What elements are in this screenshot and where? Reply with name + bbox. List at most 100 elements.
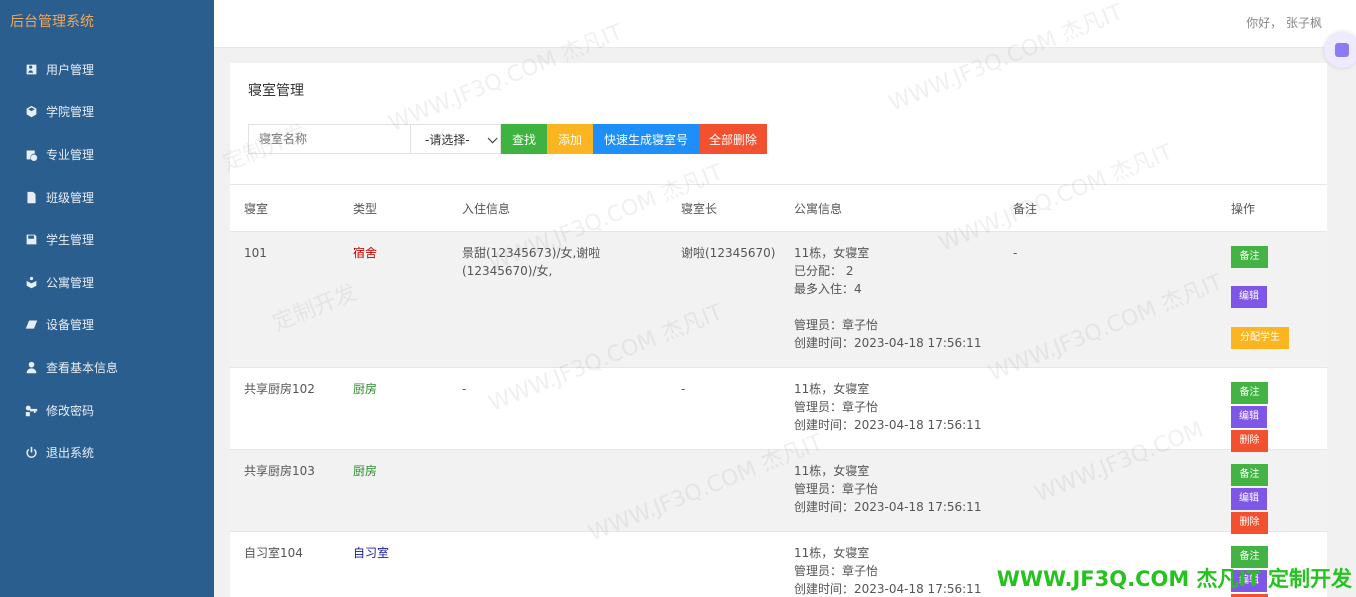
save-icon xyxy=(24,233,38,247)
assign-students-button[interactable]: 分配学生 xyxy=(1231,326,1289,349)
column-header: 公寓信息 xyxy=(794,201,843,216)
type-cell: 自习室 xyxy=(353,546,390,560)
sidebar-item-label: 公寓管理 xyxy=(46,275,95,290)
quick-generate-room-button[interactable]: 快速生成寝室号 xyxy=(593,124,699,154)
remark-cell: - xyxy=(1013,246,1018,260)
table-row: 共享厨房102 厨房 - - 11栋，女寝室 管理员：章子怡 创建时间：2023… xyxy=(230,368,1327,452)
delete-all-button[interactable]: 全部删除 xyxy=(699,124,767,154)
manager-text: 管理员：章子怡 xyxy=(794,400,879,414)
top-bar: 你好， 张子枫 xyxy=(214,0,1356,48)
type-cell: 宿舍 xyxy=(353,246,378,260)
operations-cell: 备注 编辑 删除 xyxy=(1217,368,1307,452)
cube-icon xyxy=(24,105,38,119)
floating-menu-button[interactable] xyxy=(1324,32,1356,68)
residents-cell: - xyxy=(462,382,467,396)
column-header: 备注 xyxy=(1013,201,1038,216)
page-title: 寝室管理 xyxy=(248,83,304,99)
remark-cell xyxy=(999,368,1217,449)
residents-cell xyxy=(448,532,667,597)
column-header: 寝室 xyxy=(244,201,269,216)
leader-cell: - xyxy=(681,382,686,396)
residents-cell xyxy=(448,450,667,531)
remark-button[interactable]: 备注 xyxy=(1231,382,1268,404)
building-text: 11栋，女寝室 xyxy=(794,464,870,478)
sidebar-item-major-management[interactable]: 专业管理 xyxy=(0,133,214,176)
sidebar-item-user-management[interactable]: 用户管理 xyxy=(0,48,214,91)
sidebar-item-label: 修改密码 xyxy=(46,403,95,418)
sidebar-item-class-management[interactable]: 班级管理 xyxy=(0,176,214,219)
room-table: 寝室 类型 入住信息 寝室长 公寓信息 备注 操作 101 宿舍 景甜(1234… xyxy=(230,184,1327,597)
sidebar-item-basic-info[interactable]: 查看基本信息 xyxy=(0,346,214,389)
calendar-clock-icon xyxy=(24,147,38,161)
room-management-panel: 寝室管理 -请选择- 查找 添加 快速生成寝室号 全部删除 寝室 类型 入住信息… xyxy=(230,63,1327,597)
operations-cell: 备注 编辑 分配学生 xyxy=(1217,232,1307,367)
user-card-icon xyxy=(24,62,38,76)
column-header: 寝室长 xyxy=(681,201,718,216)
sidebar-item-change-password[interactable]: 修改密码 xyxy=(0,389,214,432)
sidebar-item-label: 班级管理 xyxy=(46,190,95,205)
sidebar-item-label: 用户管理 xyxy=(46,62,95,77)
max-occupancy-text: 最多入住：4 xyxy=(794,282,862,296)
operations-cell: 备注 编辑 删除 xyxy=(1217,450,1307,534)
building-text: 11栋，女寝室 xyxy=(794,246,870,260)
sidebar-item-label: 查看基本信息 xyxy=(46,360,119,375)
created-time-text: 创建时间：2023-04-18 17:56:11 xyxy=(794,418,982,432)
edit-button[interactable]: 编辑 xyxy=(1231,406,1267,428)
leader-cell xyxy=(667,450,780,531)
chevron-down-icon xyxy=(487,133,498,144)
table-row: 101 宿舍 景甜(12345673)/女,谢啦(12345670)/女, 谢啦… xyxy=(230,232,1327,368)
column-header: 操作 xyxy=(1231,201,1256,216)
sidebar-item-label: 退出系统 xyxy=(46,446,95,461)
apartment-cell: 11栋，女寝室 管理员：章子怡 创建时间：2023-04-18 17:56:11 xyxy=(780,450,999,531)
room-cell: 共享厨房103 xyxy=(244,464,315,478)
manager-text: 管理员：章子怡 xyxy=(794,564,879,578)
type-cell: 厨房 xyxy=(353,464,378,478)
toolbar: -请选择- 查找 添加 快速生成寝室号 全部删除 xyxy=(248,124,767,154)
add-button[interactable]: 添加 xyxy=(547,124,593,154)
apartment-cell: 11栋，女寝室 管理员：章子怡 创建时间：2023-04-18 17:56:11 xyxy=(780,532,999,597)
leader-cell xyxy=(667,532,780,597)
apartment-cell: 11栋，女寝室 已分配： 2 最多入住：4 管理员：章子怡 创建时间：2023-… xyxy=(780,232,999,367)
sidebar-item-college-management[interactable]: 学院管理 xyxy=(0,91,214,134)
find-button[interactable]: 查找 xyxy=(501,124,547,154)
delete-button[interactable]: 删除 xyxy=(1231,430,1268,452)
delete-button[interactable]: 删除 xyxy=(1231,512,1268,534)
sidebar-item-label: 设备管理 xyxy=(46,318,95,333)
type-cell: 厨房 xyxy=(353,382,378,396)
remark-button[interactable]: 备注 xyxy=(1231,246,1268,268)
sidebar-item-apartment-management[interactable]: 公寓管理 xyxy=(0,261,214,304)
power-icon xyxy=(24,446,38,460)
tag-icon xyxy=(24,318,38,332)
manager-text: 管理员：章子怡 xyxy=(794,482,879,496)
note-icon xyxy=(1335,43,1349,57)
sidebar: 后台管理系统 用户管理 学院管理 专业管理 班级管理 学生管理 公寓管理 设备管… xyxy=(0,0,214,597)
sidebar-item-logout[interactable]: 退出系统 xyxy=(0,431,214,474)
sidebar-item-label: 学院管理 xyxy=(46,105,95,120)
remark-button[interactable]: 备注 xyxy=(1231,464,1268,486)
created-time-text: 创建时间：2023-04-18 17:56:11 xyxy=(794,336,982,350)
footer-watermark: WWW.JF3Q.COM 杰凡IT 定制开发 xyxy=(996,567,1352,591)
room-cell: 101 xyxy=(244,246,267,260)
table-row: 共享厨房103 厨房 11栋，女寝室 管理员：章子怡 创建时间：2023-04-… xyxy=(230,450,1327,534)
apartment-cell: 11栋，女寝室 管理员：章子怡 创建时间：2023-04-18 17:56:11 xyxy=(780,368,999,449)
created-time-text: 创建时间：2023-04-18 17:56:11 xyxy=(794,500,982,514)
remark-cell xyxy=(999,450,1217,531)
edit-button[interactable]: 编辑 xyxy=(1231,286,1267,309)
residents-cell: 景甜(12345673)/女,谢啦(12345670)/女, xyxy=(462,246,601,278)
person-icon xyxy=(24,360,38,374)
user-greeting: 你好， 张子枫 xyxy=(1246,16,1322,30)
sidebar-item-equipment-management[interactable]: 设备管理 xyxy=(0,304,214,347)
manager-text: 管理员：章子怡 xyxy=(794,318,879,332)
room-name-search-input[interactable] xyxy=(248,124,411,154)
sidebar-item-label: 专业管理 xyxy=(46,147,95,162)
building-text: 11栋，女寝室 xyxy=(794,382,870,396)
type-select[interactable]: -请选择- xyxy=(411,124,501,154)
allocated-text: 已分配： 2 xyxy=(794,264,854,278)
column-header: 类型 xyxy=(353,201,378,216)
sidebar-item-label: 学生管理 xyxy=(46,233,95,248)
app-brand: 后台管理系统 xyxy=(10,14,94,30)
sidebar-item-student-management[interactable]: 学生管理 xyxy=(0,218,214,261)
room-cell: 共享厨房102 xyxy=(244,382,315,396)
key-icon xyxy=(24,403,38,417)
edit-button[interactable]: 编辑 xyxy=(1231,488,1267,510)
